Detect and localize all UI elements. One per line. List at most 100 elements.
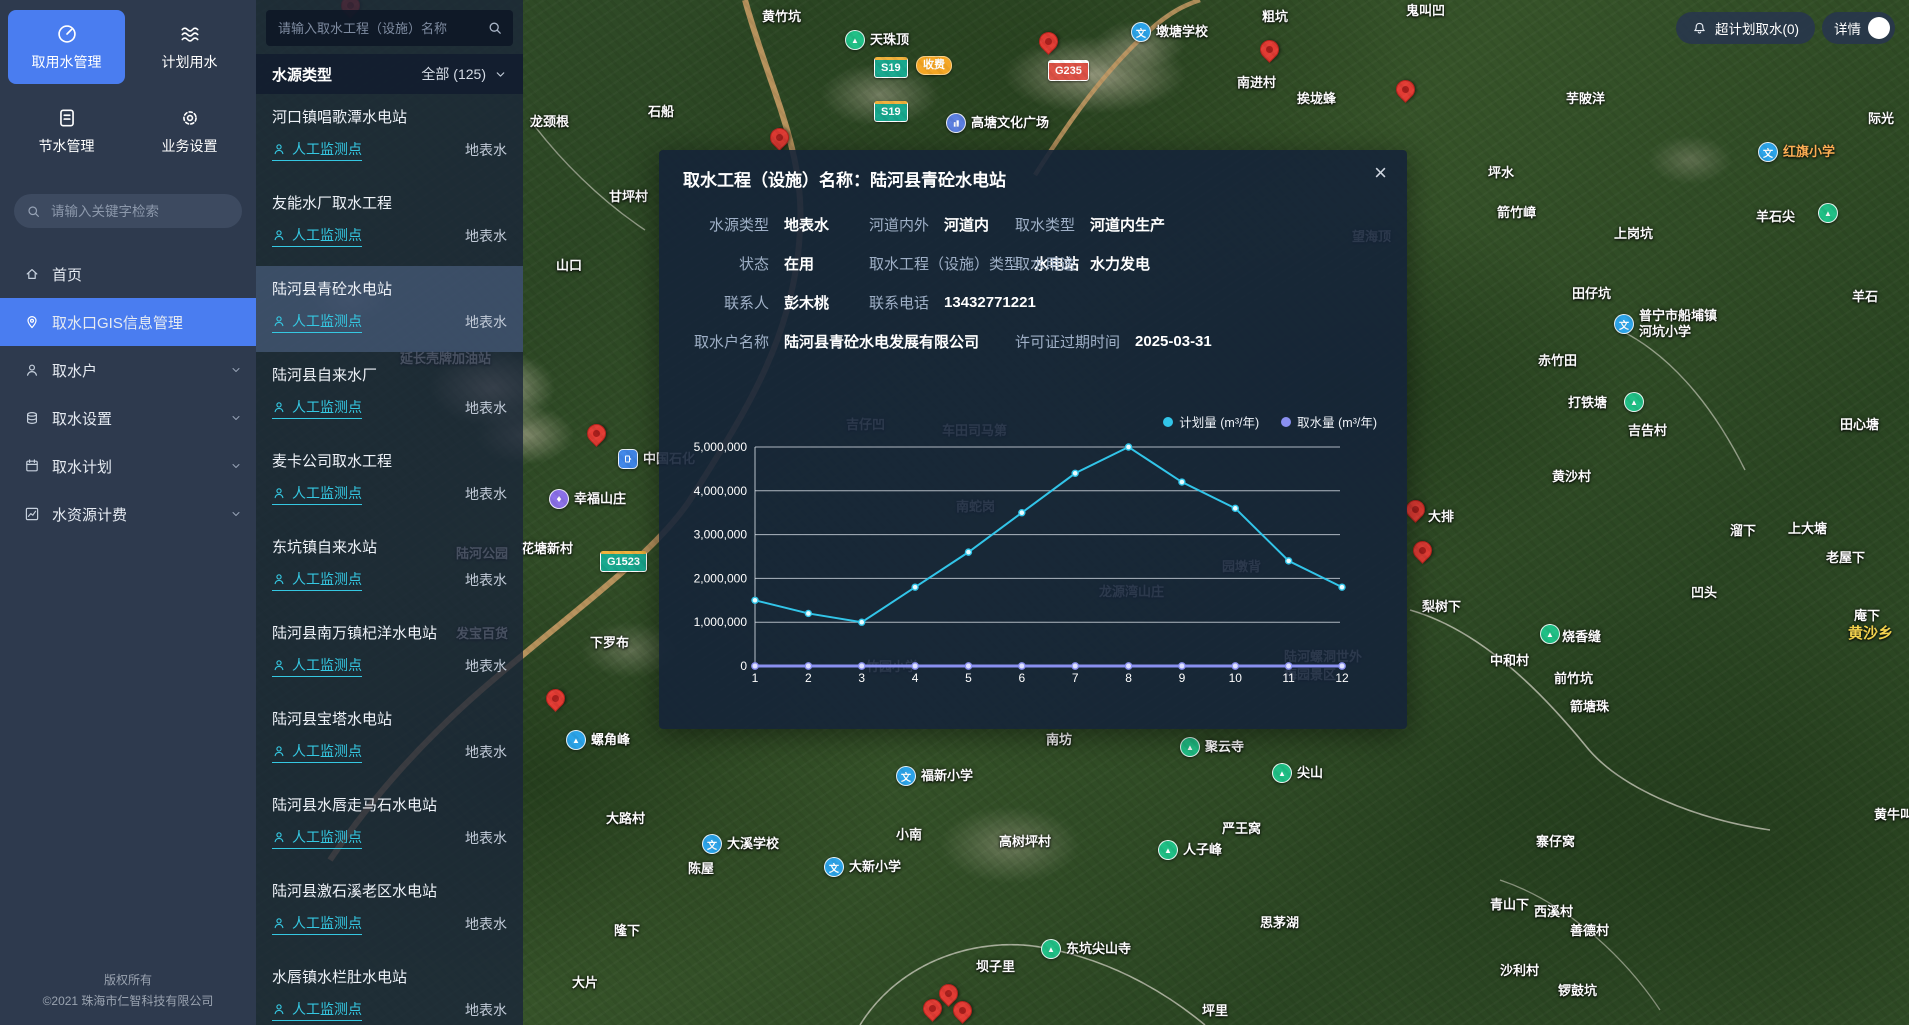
- peak-poi-icon[interactable]: ▲: [1624, 392, 1644, 412]
- map-poi[interactable]: ▲: [1624, 392, 1644, 412]
- sidebar-item-1[interactable]: 首页: [0, 250, 256, 298]
- map-poi[interactable]: 文大新小学: [824, 857, 901, 877]
- intake-list-item[interactable]: 陆河县激石溪老区水电站 人工监测点 地表水: [256, 868, 523, 954]
- map-pin-marker[interactable]: [949, 997, 976, 1024]
- monitor-point-link[interactable]: 人工监测点: [272, 569, 362, 591]
- map-poi[interactable]: 文大溪学校: [702, 834, 779, 854]
- map-poi[interactable]: ▲螺角峰: [566, 730, 630, 750]
- module-button-1[interactable]: 取用水管理: [8, 10, 125, 84]
- map-poi[interactable]: 文墩塘学校: [1131, 22, 1208, 42]
- school-poi-icon[interactable]: 文: [702, 834, 722, 854]
- map-poi[interactable]: 文福新小学: [896, 766, 973, 786]
- sidebar-item-2[interactable]: 取水口GIS信息管理: [0, 298, 256, 346]
- map-poi[interactable]: ▲尖山: [1272, 763, 1323, 783]
- over-plan-intake-button[interactable]: 超计划取水(0): [1676, 12, 1815, 44]
- map-poi[interactable]: ♦幸福山庄: [549, 489, 626, 509]
- intake-list-item[interactable]: 水唇镇水栏肚水电站 人工监测点 地表水: [256, 954, 523, 1025]
- map-pin-marker[interactable]: [583, 420, 610, 447]
- peak-poi-icon[interactable]: ▲: [1540, 624, 1560, 644]
- temple-poi-icon[interactable]: ▲: [1180, 737, 1200, 757]
- chevron-down-icon[interactable]: [230, 508, 242, 520]
- sidebar-item-6[interactable]: 水资源计费: [0, 490, 256, 538]
- monitor-point-link[interactable]: 人工监测点: [272, 311, 362, 333]
- monitor-point-link[interactable]: 人工监测点: [272, 655, 362, 677]
- monitor-point-link[interactable]: 人工监测点: [272, 397, 362, 419]
- map-poi[interactable]: ▲: [1540, 624, 1560, 644]
- water-source-filter[interactable]: 水源类型 全部 (125): [256, 54, 523, 94]
- map-pin-marker[interactable]: [935, 980, 962, 1007]
- sidebar-item-4[interactable]: 取水设置: [0, 394, 256, 442]
- map-poi[interactable]: ▲东坑尖山寺: [1041, 939, 1131, 959]
- search-icon[interactable]: [487, 20, 503, 36]
- monitor-point-link[interactable]: 人工监测点: [272, 139, 362, 161]
- intake-list-item[interactable]: 陆河县青砼水电站 人工监测点 地表水: [256, 266, 523, 352]
- map-label: 田心塘: [1840, 414, 1879, 433]
- peak-poi-icon[interactable]: ▲: [1158, 840, 1178, 860]
- school-poi-icon[interactable]: 文: [824, 857, 844, 877]
- school-poi-icon[interactable]: 文: [1758, 142, 1778, 162]
- plaza-poi-icon[interactable]: [946, 113, 966, 133]
- module-button-3[interactable]: 节水管理: [8, 94, 125, 168]
- sidebar-item-3[interactable]: 取水户: [0, 346, 256, 394]
- map-poi[interactable]: 文红旗小学: [1758, 142, 1835, 162]
- monitor-point-link[interactable]: 人工监测点: [272, 827, 362, 849]
- intake-list-item[interactable]: 陆河县宝塔水电站 人工监测点 地表水: [256, 696, 523, 782]
- peakblue-poi-icon[interactable]: ▲: [566, 730, 586, 750]
- monitor-point-link[interactable]: 人工监测点: [272, 913, 362, 935]
- close-icon[interactable]: ×: [1370, 158, 1391, 188]
- map-pin-marker[interactable]: [542, 685, 569, 712]
- peak-poi-icon[interactable]: ▲: [1818, 203, 1838, 223]
- sidebar-search-input[interactable]: [49, 203, 230, 220]
- chevron-down-icon[interactable]: [230, 364, 242, 376]
- peak-poi-icon[interactable]: ▲: [845, 30, 865, 50]
- field-取水类型: 取水类型河道内生产: [1015, 214, 1165, 235]
- map-pin-marker[interactable]: [1256, 36, 1283, 63]
- map-poi[interactable]: 高塘文化广场: [946, 113, 1049, 133]
- peak-poi-icon[interactable]: ▲: [1272, 763, 1292, 783]
- fuel-poi-icon[interactable]: [618, 449, 638, 469]
- monitor-point-link[interactable]: 人工监测点: [272, 225, 362, 247]
- school-poi-icon[interactable]: 文: [896, 766, 916, 786]
- map-pin-marker[interactable]: [1035, 28, 1062, 55]
- map-pin-marker[interactable]: [1392, 76, 1419, 103]
- field-联系电话: 联系电话13432771221: [869, 292, 1036, 313]
- school-poi-icon[interactable]: 文: [1131, 22, 1151, 42]
- intake-list-item[interactable]: 陆河县水唇走马石水电站 人工监测点 地表水: [256, 782, 523, 868]
- monitor-point-link[interactable]: 人工监测点: [272, 999, 362, 1021]
- map-label: 庵下: [1854, 605, 1880, 624]
- chevron-down-icon[interactable]: [230, 460, 242, 472]
- filter-value[interactable]: 全部 (125): [421, 64, 486, 84]
- svg-text:3: 3: [858, 671, 865, 685]
- module-button-4[interactable]: 业务设置: [131, 94, 248, 168]
- resort-poi-icon[interactable]: ♦: [549, 489, 569, 509]
- intake-list-item[interactable]: 麦卡公司取水工程 人工监测点 地表水: [256, 438, 523, 524]
- person-icon: [272, 486, 286, 500]
- school-poi-icon[interactable]: 文: [1614, 314, 1634, 334]
- toggle-knob[interactable]: [1868, 17, 1890, 39]
- chevron-down-icon[interactable]: [494, 68, 507, 81]
- temple-poi-icon[interactable]: ▲: [1041, 939, 1061, 959]
- map-pin-marker[interactable]: [766, 124, 793, 151]
- module-button-2[interactable]: 计划用水: [131, 10, 248, 84]
- map-pin-marker[interactable]: [919, 995, 946, 1022]
- map-poi[interactable]: 文普宁市船埔镇河坑小学: [1614, 308, 1717, 341]
- field-许可证过期时间: 许可证过期时间2025-03-31: [1015, 331, 1212, 352]
- detail-toggle[interactable]: 详情: [1822, 12, 1895, 44]
- monitor-point-link[interactable]: 人工监测点: [272, 741, 362, 763]
- intake-list-item[interactable]: 河口镇唱歌潭水电站 人工监测点 地表水: [256, 94, 523, 180]
- monitor-point-link[interactable]: 人工监测点: [272, 483, 362, 505]
- map-poi[interactable]: ▲天珠顶: [845, 30, 909, 50]
- intake-list-item[interactable]: 友能水厂取水工程 人工监测点 地表水: [256, 180, 523, 266]
- map-poi[interactable]: ▲聚云寺: [1180, 737, 1244, 757]
- intake-list-item[interactable]: 陆河县自来水厂 人工监测点 地表水: [256, 352, 523, 438]
- chevron-down-icon[interactable]: [230, 412, 242, 424]
- map-poi[interactable]: ▲人子峰: [1158, 840, 1222, 860]
- map-poi[interactable]: ▲: [1818, 203, 1838, 223]
- intake-list-item[interactable]: 陆河县南万镇杞洋水电站 人工监测点 地表水: [256, 610, 523, 696]
- intake-list-item[interactable]: 东坑镇自来水站 人工监测点 地表水: [256, 524, 523, 610]
- road-badge: S19: [874, 101, 908, 122]
- intake-search-input[interactable]: [276, 20, 479, 37]
- map-label: 寨仔窝: [1536, 831, 1575, 850]
- map-pin-marker[interactable]: [1409, 537, 1436, 564]
- sidebar-item-5[interactable]: 取水计划: [0, 442, 256, 490]
